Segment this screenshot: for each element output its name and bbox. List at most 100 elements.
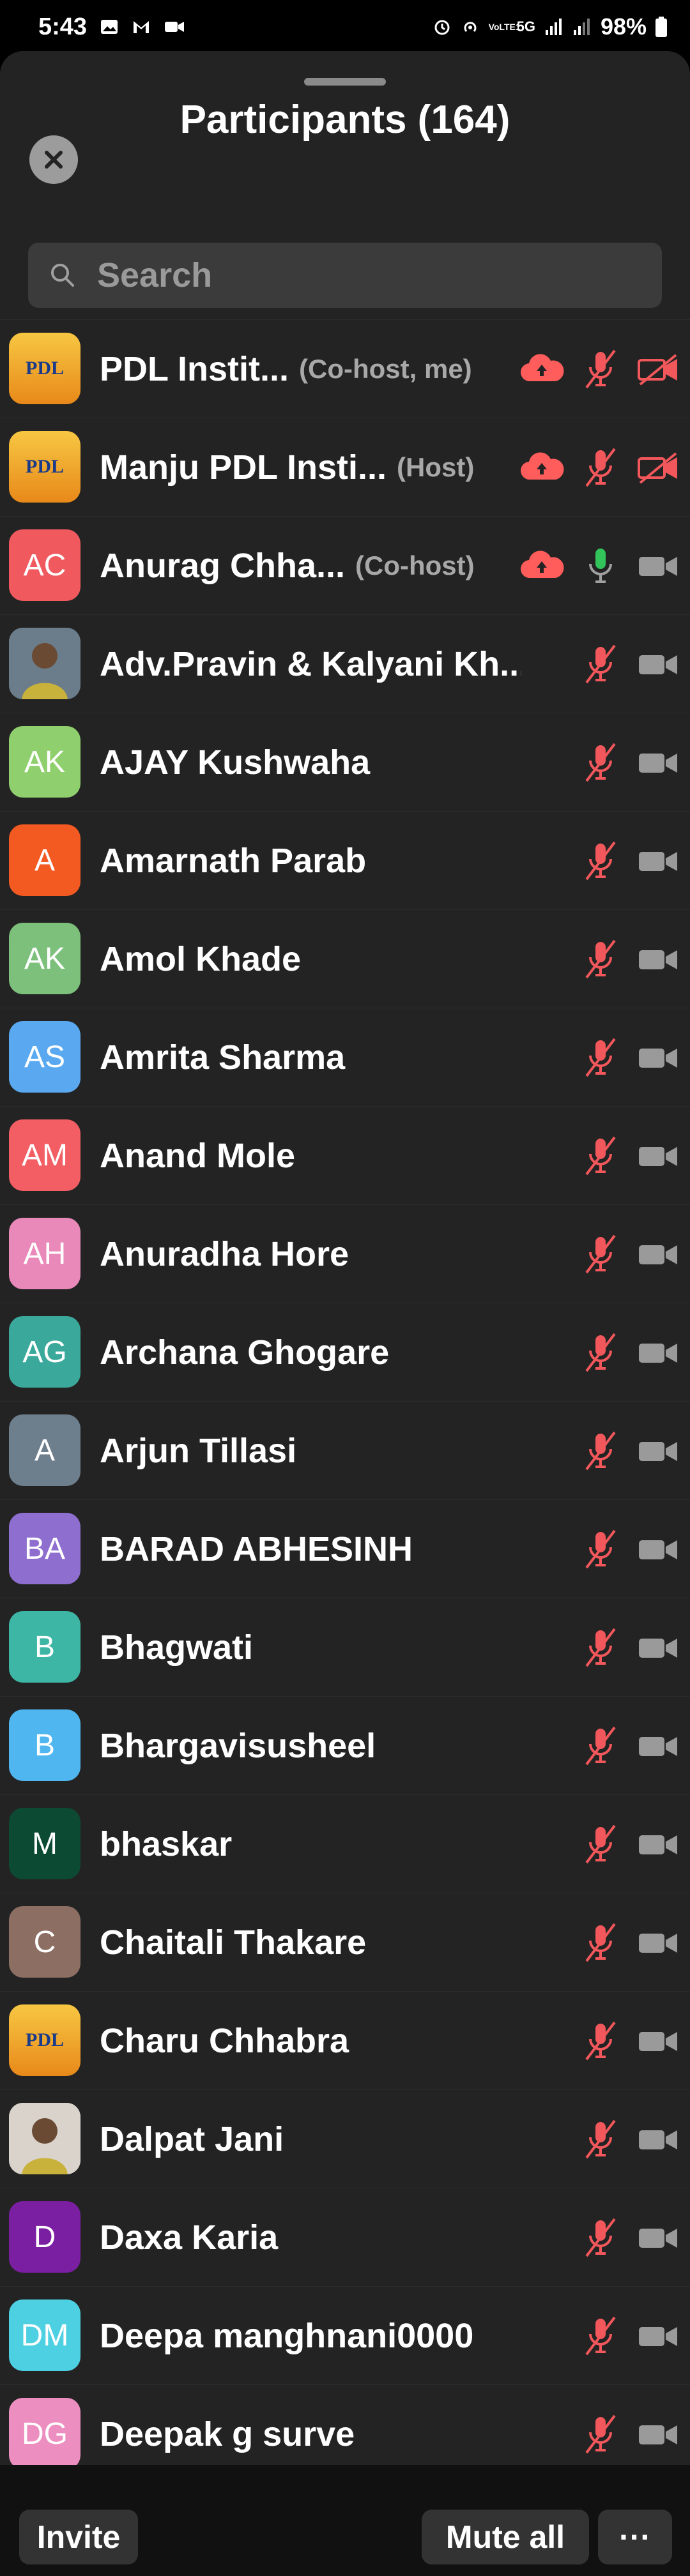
participant-row[interactable]: Adv.Pravin & Kalyani Kh... <box>0 614 690 713</box>
participant-name: Anuradha Hore <box>100 1234 349 1273</box>
participant-name: Charu Chhabra <box>100 2021 349 2060</box>
avatar: AH <box>9 1218 80 1289</box>
participant-name-group: Bhagwati <box>100 1598 521 1696</box>
participant-status-icons <box>519 517 680 614</box>
participant-row[interactable]: C Chaitali Thakare <box>0 1893 690 1991</box>
participant-name: Anand Mole <box>100 1136 295 1175</box>
avatar-initials: AG <box>22 1335 67 1369</box>
video-icon <box>639 1540 677 1559</box>
mic-status <box>581 1233 620 1275</box>
participant-name-group: PDL Instit... (Co-host, me) <box>100 320 521 418</box>
mute-all-button[interactable]: Mute all <box>422 2510 589 2565</box>
profile-photo-icon <box>9 2103 80 2174</box>
search-bar[interactable] <box>28 243 662 308</box>
close-button[interactable] <box>29 135 78 184</box>
search-input[interactable] <box>96 255 610 296</box>
hotspot-icon <box>464 22 477 32</box>
participant-row[interactable]: PDL Charu Chhabra <box>0 1991 690 2089</box>
video-status <box>636 548 680 584</box>
cloud-icon <box>520 550 564 578</box>
avatar-initials: B <box>34 1630 55 1664</box>
participant-row[interactable]: BA BARAD ABHESINH <box>0 1499 690 1598</box>
mic-status <box>581 446 620 489</box>
participant-row[interactable]: AK AJAY Kushwaha <box>0 713 690 811</box>
video-call-icon <box>165 22 185 32</box>
mic-status <box>581 643 620 685</box>
drag-handle[interactable] <box>304 78 386 86</box>
participant-row[interactable]: B Bhargavisusheel <box>0 1696 690 1794</box>
search-icon <box>51 264 74 287</box>
video-status <box>636 1728 680 1764</box>
avatar: DG <box>9 2398 80 2469</box>
participant-row[interactable]: AM Anand Mole <box>0 1106 690 1204</box>
participant-row[interactable]: B Bhagwati <box>0 1598 690 1696</box>
video-status <box>636 646 680 682</box>
avatar: DM <box>9 2299 80 2371</box>
participant-row[interactable]: A Amarnath Parab <box>0 811 690 909</box>
avatar: AS <box>9 1021 80 1093</box>
participant-row[interactable]: A Arjun Tillasi <box>0 1401 690 1499</box>
mic-status <box>581 2413 620 2455</box>
participant-row[interactable]: AH Anuradha Hore <box>0 1204 690 1303</box>
participant-row[interactable]: PDL PDL Instit... (Co-host, me) <box>0 319 690 418</box>
video-icon <box>639 1245 677 1264</box>
participant-name-group: Dalpat Jani <box>100 2090 521 2188</box>
close-icon <box>45 151 63 169</box>
mic-status <box>581 2118 620 2160</box>
participant-name-group: Daxa Karia <box>100 2188 521 2286</box>
mic-status <box>581 840 620 882</box>
avatar-initials: B <box>34 1728 55 1762</box>
video-icon <box>639 950 677 969</box>
participant-row[interactable]: Mbhaskar <box>0 1794 690 1893</box>
participant-row[interactable]: AK Amol Khade <box>0 909 690 1008</box>
avatar: PDL <box>9 431 80 503</box>
status-time: 5:43 <box>38 13 88 40</box>
invite-button[interactable]: Invite <box>19 2510 138 2565</box>
avatar-initials: AC <box>23 548 66 582</box>
video-icon <box>639 1933 677 1953</box>
network-indicator: 5G <box>516 19 535 34</box>
participant-name: Deepak g surve <box>100 2414 355 2453</box>
participant-row[interactable]: D Daxa Karia <box>0 2188 690 2286</box>
cloud-status <box>519 550 565 582</box>
participant-row[interactable]: AC Anurag Chha... (Co-host) <box>0 516 690 614</box>
participant-name-group: BARAD ABHESINH <box>100 1500 521 1598</box>
mic-status <box>581 545 620 587</box>
participant-status-icons <box>581 1992 680 2089</box>
cloud-status <box>519 451 565 483</box>
gmail-icon <box>134 21 150 33</box>
avatar: C <box>9 1906 80 1978</box>
mic-status <box>581 1725 620 1767</box>
participant-name: Manju PDL Insti... <box>100 448 387 487</box>
participant-status-icons <box>519 320 680 418</box>
video-icon <box>639 2326 677 2346</box>
participant-row[interactable]: AG Archana Ghogare <box>0 1303 690 1401</box>
gallery-icon <box>101 20 118 34</box>
video-status <box>636 1925 680 1960</box>
participant-status-icons <box>581 1697 680 1794</box>
participant-name: Anurag Chha... <box>100 546 346 585</box>
participant-name: Adv.Pravin & Kalyani Kh... <box>100 644 521 683</box>
participant-name-group: Anurag Chha... (Co-host) <box>100 517 521 614</box>
participant-row[interactable]: DM Deepa manghnani0000 <box>0 2286 690 2384</box>
bottom-bar: Invite Mute all ··· <box>0 2465 690 2576</box>
participant-name-group: Bhargavisusheel <box>100 1697 521 1794</box>
participant-status-icons <box>581 1598 680 1696</box>
more-options-button[interactable]: ··· <box>598 2510 672 2565</box>
signal-2-icon <box>573 19 590 35</box>
participant-row[interactable]: AS Amrita Sharma <box>0 1008 690 1106</box>
video-icon <box>639 2228 677 2248</box>
mic-muted-icon <box>585 1234 616 1273</box>
avatar-initials: DM <box>20 2318 69 2352</box>
video-icon <box>639 1835 677 1854</box>
participant-name: Amarnath Parab <box>100 841 367 880</box>
participant-role: (Co-host) <box>355 550 475 580</box>
participant-row[interactable]: PDL Manju PDL Insti... (Host) <box>0 418 690 516</box>
mic-muted-icon <box>585 2021 616 2060</box>
battery-icon <box>656 17 667 37</box>
avatar: M <box>9 1808 80 1879</box>
video-icon <box>639 655 677 674</box>
participant-row[interactable]: Dalpat Jani <box>0 2089 690 2188</box>
avatar-initials: PDL <box>26 2029 64 2050</box>
participant-status-icons <box>581 2287 680 2384</box>
